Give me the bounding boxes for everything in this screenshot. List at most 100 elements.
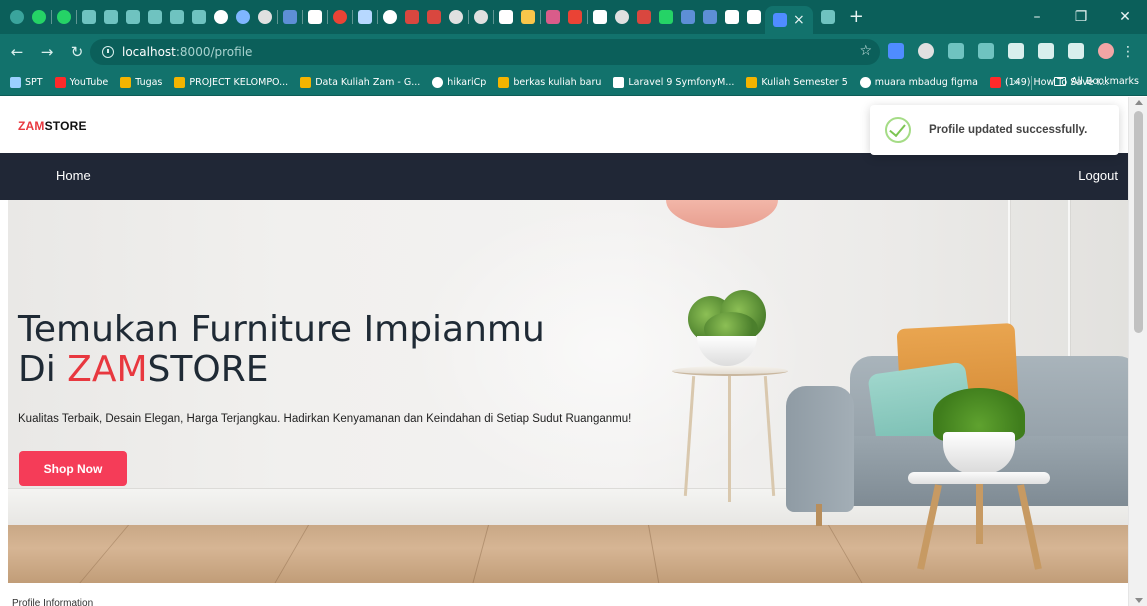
bookmark-item[interactable]: Laravel 9 SymfonyM... [613,77,734,88]
tab-favicon-icon[interactable] [148,10,162,24]
bookmark-star-icon[interactable]: ☆ [859,43,872,59]
round-stool [908,472,1050,484]
forward-icon[interactable]: → [34,39,60,65]
scroll-up-icon[interactable] [1135,100,1143,105]
tab-favicon-icon[interactable] [725,10,739,24]
tab-favicon-icon[interactable] [126,10,140,24]
extension-icon[interactable] [948,43,964,59]
profile-avatar-icon[interactable] [1098,43,1114,59]
extensions-row [888,43,1128,59]
extension-icon[interactable] [978,43,994,59]
tab-favicon-icon[interactable] [820,10,835,24]
bookmark-item[interactable]: Kuliah Semester 5 [746,77,848,88]
scroll-thumb[interactable] [1134,111,1143,333]
drive-icon [498,77,510,88]
tab-favicon-icon[interactable] [593,10,607,24]
bookmark-item[interactable]: berkas kuliah baru [498,77,601,88]
side-table [672,366,788,376]
tab-favicon-icon[interactable] [659,10,673,24]
page-scrollbar[interactable] [1128,97,1147,606]
browser-toolbar: ← → ↻ localhost:8000/profile ☆ ⋮ [0,34,1147,70]
drive-icon [174,77,186,88]
hero-subtitle: Kualitas Terbaik, Desain Elegan, Harga T… [18,413,632,425]
youtube-icon [989,77,1001,88]
drive-icon [120,77,132,88]
extensions-puzzle-icon[interactable] [1038,43,1054,59]
scroll-down-icon[interactable] [1135,598,1143,603]
new-tab-icon[interactable]: + [849,8,864,26]
tab-favicon-icon[interactable] [170,10,184,24]
whatsapp-tab-icon[interactable] [32,10,46,24]
tab-favicon-icon[interactable] [358,10,372,24]
bookmark-item[interactable]: muara mbadug figma [859,77,978,88]
drive-icon [746,77,758,88]
address-bar[interactable]: localhost:8000/profile ☆ [90,39,880,65]
github-tab-icon[interactable] [258,10,272,24]
bookmark-item[interactable]: SPT [10,77,43,88]
check-icon [885,117,911,143]
whatsapp-tab-icon[interactable] [57,10,71,24]
bookmark-item[interactable]: Tugas [120,77,162,88]
tab-favicon-icon [773,13,787,27]
github-tab-icon[interactable] [449,10,463,24]
tab-favicon-icon[interactable] [82,10,96,24]
tab-favicon-icon[interactable] [236,10,250,24]
extension-icon[interactable] [918,43,934,59]
hero-banner: Temukan Furniture Impianmu Di ZAMSTORE K… [8,200,1128,583]
page-viewport: ZAMSTORE Home Logout Temukan Furniture I… [0,97,1147,606]
back-icon[interactable]: ← [4,39,30,65]
reading-list-icon[interactable] [1068,43,1084,59]
bookmark-item[interactable]: PROJECT KELOMPO... [174,77,288,88]
github-tab-icon[interactable] [474,10,488,24]
active-tab[interactable]: × [765,6,813,34]
google-tab-icon[interactable] [383,10,397,24]
google-icon [859,77,871,88]
close-window-icon[interactable]: ✕ [1103,0,1147,34]
tab-favicon-icon[interactable] [427,10,441,24]
extension-icon[interactable] [1008,43,1024,59]
folder-icon [1054,77,1067,86]
gmail-tab-icon[interactable] [568,10,582,24]
minimize-icon[interactable]: – [1015,0,1059,34]
restore-icon[interactable]: ❐ [1059,0,1103,34]
drive-icon [300,77,312,88]
tab-favicon-icon[interactable] [308,10,322,24]
browser-tab-strip: × + – ❐ ✕ [0,0,1147,34]
url-host: localhost [122,45,176,59]
tab-close-icon[interactable]: × [793,13,805,27]
github-tab-icon[interactable] [615,10,629,24]
tab-favicon-icon[interactable] [499,10,513,24]
tab-favicon-icon[interactable] [104,10,118,24]
tab-chevron-icon[interactable] [10,10,24,24]
bookmark-item[interactable]: Data Kuliah Zam - G... [300,77,420,88]
shop-now-button[interactable]: Shop Now [19,451,127,486]
all-bookmarks-button[interactable]: All Bookmarks [1054,76,1139,87]
tab-favicon-icon[interactable] [546,10,560,24]
bookmark-item[interactable]: hikariCp [432,77,486,88]
laravel-icon [613,77,625,88]
bookmarks-overflow-icon[interactable]: » [1013,77,1019,88]
extension-icon[interactable] [888,43,904,59]
google-tab-icon[interactable] [214,10,228,24]
tab-favicon-icon[interactable] [405,10,419,24]
reload-icon[interactable]: ↻ [64,39,90,65]
hero-title: Temukan Furniture Impianmu Di ZAMSTORE [18,309,545,390]
bookmarks-bar: SPT YouTube Tugas PROJECT KELOMPO... Dat… [0,70,1147,96]
bookmark-item[interactable]: YouTube [54,77,108,88]
site-info-icon[interactable] [102,46,114,58]
tab-favicon-icon[interactable] [192,10,206,24]
nav-home-link[interactable]: Home [56,168,91,183]
browser-menu-icon[interactable]: ⋮ [1121,44,1135,60]
tab-favicon-icon[interactable] [637,10,651,24]
tab-favicon-icon[interactable] [283,10,297,24]
maps-tab-icon[interactable] [333,10,347,24]
tab-favicon-icon[interactable] [703,10,717,24]
brand-logo[interactable]: ZAMSTORE [18,119,87,133]
tab-favicon-icon[interactable] [747,10,761,24]
tab-favicon-icon[interactable] [521,10,535,24]
profile-information-heading: Profile Information [12,598,94,606]
nav-logout-link[interactable]: Logout [1078,168,1118,183]
wooden-floor [8,525,1128,583]
youtube-icon [54,77,66,88]
tab-favicon-icon[interactable] [681,10,695,24]
